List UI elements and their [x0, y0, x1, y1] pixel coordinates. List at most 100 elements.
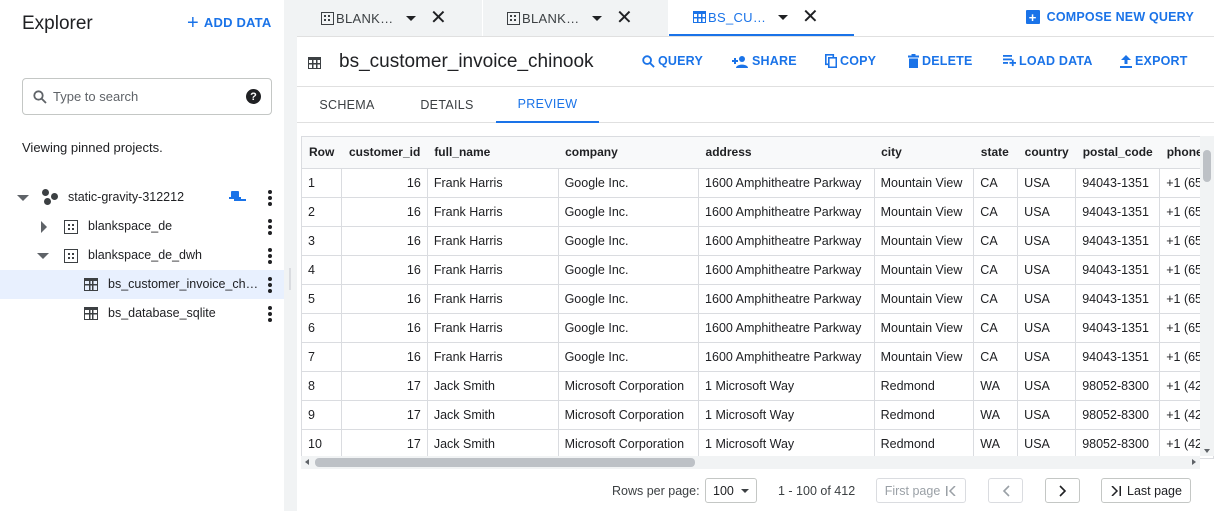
column-header[interactable]: address: [698, 137, 875, 169]
table-cell[interactable]: 17: [341, 371, 428, 401]
table-cell[interactable]: Google Inc.: [558, 197, 700, 227]
table-cell[interactable]: 94043-1351: [1075, 342, 1161, 372]
table-cell[interactable]: Mountain View: [874, 342, 975, 372]
export-button[interactable]: EXPORT: [1120, 54, 1188, 68]
table-cell[interactable]: 1 Microsoft Way: [698, 429, 875, 459]
table-cell[interactable]: 16: [341, 226, 428, 256]
table-cell[interactable]: 16: [341, 255, 428, 285]
tree-item-dataset-blankspace-de-dwh[interactable]: blankspace_de_dwh: [0, 241, 284, 270]
table-cell[interactable]: 94043-1351: [1075, 313, 1161, 343]
table-row[interactable]: 8 17 Jack Smith Microsoft Corporation 1 Micr…: [302, 371, 1214, 401]
compose-new-query-button[interactable]: + COMPOSE NEW QUERY: [1025, 10, 1194, 25]
column-header[interactable]: Row: [302, 137, 342, 169]
tree-item-dataset-blankspace-de[interactable]: blankspace_de: [0, 212, 284, 241]
tab-blankspace-2[interactable]: BLANKS… ✕: [483, 0, 668, 36]
table-cell[interactable]: CA: [973, 197, 1019, 227]
table-cell[interactable]: 94043-1351: [1075, 284, 1161, 314]
table-cell[interactable]: 16: [341, 168, 428, 198]
delete-button[interactable]: DELETE: [908, 54, 973, 68]
tab-preview[interactable]: PREVIEW: [496, 87, 599, 123]
resize-grip[interactable]: [289, 268, 291, 290]
rows-per-page-select[interactable]: 100: [705, 478, 757, 503]
table-cell[interactable]: Frank Harris: [427, 255, 559, 285]
table-cell[interactable]: USA: [1017, 313, 1077, 343]
table-cell[interactable]: 1 Microsoft Way: [698, 371, 875, 401]
table-cell[interactable]: Mountain View: [874, 226, 975, 256]
more-vert-icon[interactable]: [268, 190, 272, 206]
previous-page-button[interactable]: [988, 478, 1023, 503]
table-cell[interactable]: USA: [1017, 284, 1077, 314]
table-cell[interactable]: WA: [973, 400, 1019, 430]
table-row[interactable]: 10 17 Jack Smith Microsoft Corporation 1 Mic…: [302, 429, 1214, 459]
table-cell[interactable]: 1600 Amphitheatre Parkway: [698, 168, 875, 198]
table-cell[interactable]: 1 Microsoft Way: [698, 400, 875, 430]
table-cell[interactable]: 17: [341, 400, 428, 430]
table-cell[interactable]: Redmond: [874, 400, 975, 430]
next-page-button[interactable]: [1045, 478, 1080, 503]
scroll-down-arrow[interactable]: [1204, 449, 1210, 453]
table-cell[interactable]: USA: [1017, 226, 1077, 256]
table-cell[interactable]: WA: [973, 429, 1019, 459]
table-cell[interactable]: USA: [1017, 342, 1077, 372]
table-cell[interactable]: USA: [1017, 168, 1077, 198]
scroll-thumb[interactable]: [315, 458, 695, 467]
table-cell[interactable]: Frank Harris: [427, 342, 559, 372]
panel-resize-handle[interactable]: [284, 0, 297, 511]
table-row[interactable]: 7 16 Frank Harris Google Inc. 1600 Amphithea…: [302, 342, 1214, 372]
table-cell[interactable]: Jack Smith: [427, 371, 559, 401]
table-row[interactable]: 4 16 Frank Harris Google Inc. 1600 Amphithea…: [302, 255, 1214, 285]
table-cell[interactable]: Google Inc.: [558, 255, 700, 285]
horizontal-scrollbar[interactable]: [301, 456, 1200, 469]
table-cell[interactable]: 1600 Amphitheatre Parkway: [698, 197, 875, 227]
table-cell[interactable]: 94043-1351: [1075, 168, 1161, 198]
table-cell[interactable]: Mountain View: [874, 284, 975, 314]
table-cell[interactable]: 16: [341, 284, 428, 314]
search-input[interactable]: Type to search ?: [22, 78, 272, 115]
table-cell[interactable]: 94043-1351: [1075, 197, 1161, 227]
table-cell[interactable]: Frank Harris: [427, 197, 559, 227]
table-cell[interactable]: Google Inc.: [558, 313, 700, 343]
chevron-right-icon[interactable]: [38, 221, 50, 233]
table-cell[interactable]: 94043-1351: [1075, 226, 1161, 256]
table-cell[interactable]: USA: [1017, 429, 1077, 459]
close-icon[interactable]: ✕: [430, 8, 447, 28]
table-cell[interactable]: Microsoft Corporation: [558, 400, 700, 430]
close-icon[interactable]: ✕: [802, 7, 819, 27]
column-header[interactable]: country: [1017, 137, 1076, 169]
table-cell[interactable]: Google Inc.: [558, 168, 700, 198]
tab-blankspace-1[interactable]: BLANKS… ✕: [297, 0, 482, 36]
more-vert-icon[interactable]: [268, 277, 272, 293]
preview-grid[interactable]: Row customer_id full_name company addres…: [301, 136, 1214, 469]
chevron-down-icon[interactable]: [406, 15, 416, 21]
copy-button[interactable]: COPY: [825, 54, 876, 68]
table-cell[interactable]: Google Inc.: [558, 342, 700, 372]
table-cell[interactable]: 16: [341, 197, 428, 227]
table-cell[interactable]: 1600 Amphitheatre Parkway: [698, 284, 875, 314]
table-cell[interactable]: Frank Harris: [427, 168, 559, 198]
chevron-down-icon[interactable]: [36, 250, 49, 262]
table-row[interactable]: 5 16 Frank Harris Google Inc. 1600 Amphithea…: [302, 284, 1214, 314]
table-cell[interactable]: Microsoft Corporation: [558, 429, 700, 459]
table-cell[interactable]: Mountain View: [874, 255, 975, 285]
table-row[interactable]: 9 17 Jack Smith Microsoft Corporation 1 Micr…: [302, 400, 1214, 430]
column-header[interactable]: company: [558, 137, 699, 169]
table-cell[interactable]: Microsoft Corporation: [558, 371, 700, 401]
table-cell[interactable]: Frank Harris: [427, 313, 559, 343]
column-header[interactable]: postal_code: [1075, 137, 1160, 169]
table-cell[interactable]: Google Inc.: [558, 284, 700, 314]
close-icon[interactable]: ✕: [616, 8, 633, 28]
table-cell[interactable]: Jack Smith: [427, 400, 559, 430]
table-cell[interactable]: CA: [973, 313, 1019, 343]
table-cell[interactable]: Redmond: [874, 429, 975, 459]
tree-item-project[interactable]: static-gravity-312212: [0, 183, 284, 212]
table-cell[interactable]: CA: [973, 342, 1019, 372]
table-cell[interactable]: 1600 Amphitheatre Parkway: [698, 226, 875, 256]
table-cell[interactable]: CA: [973, 284, 1019, 314]
scroll-left-arrow[interactable]: [305, 459, 309, 465]
more-vert-icon[interactable]: [268, 306, 272, 322]
query-button[interactable]: QUERY: [642, 54, 703, 68]
scroll-thumb[interactable]: [1203, 150, 1211, 182]
table-cell[interactable]: 1600 Amphitheatre Parkway: [698, 342, 875, 372]
table-cell[interactable]: Mountain View: [874, 313, 975, 343]
first-page-button[interactable]: First page: [876, 478, 966, 503]
